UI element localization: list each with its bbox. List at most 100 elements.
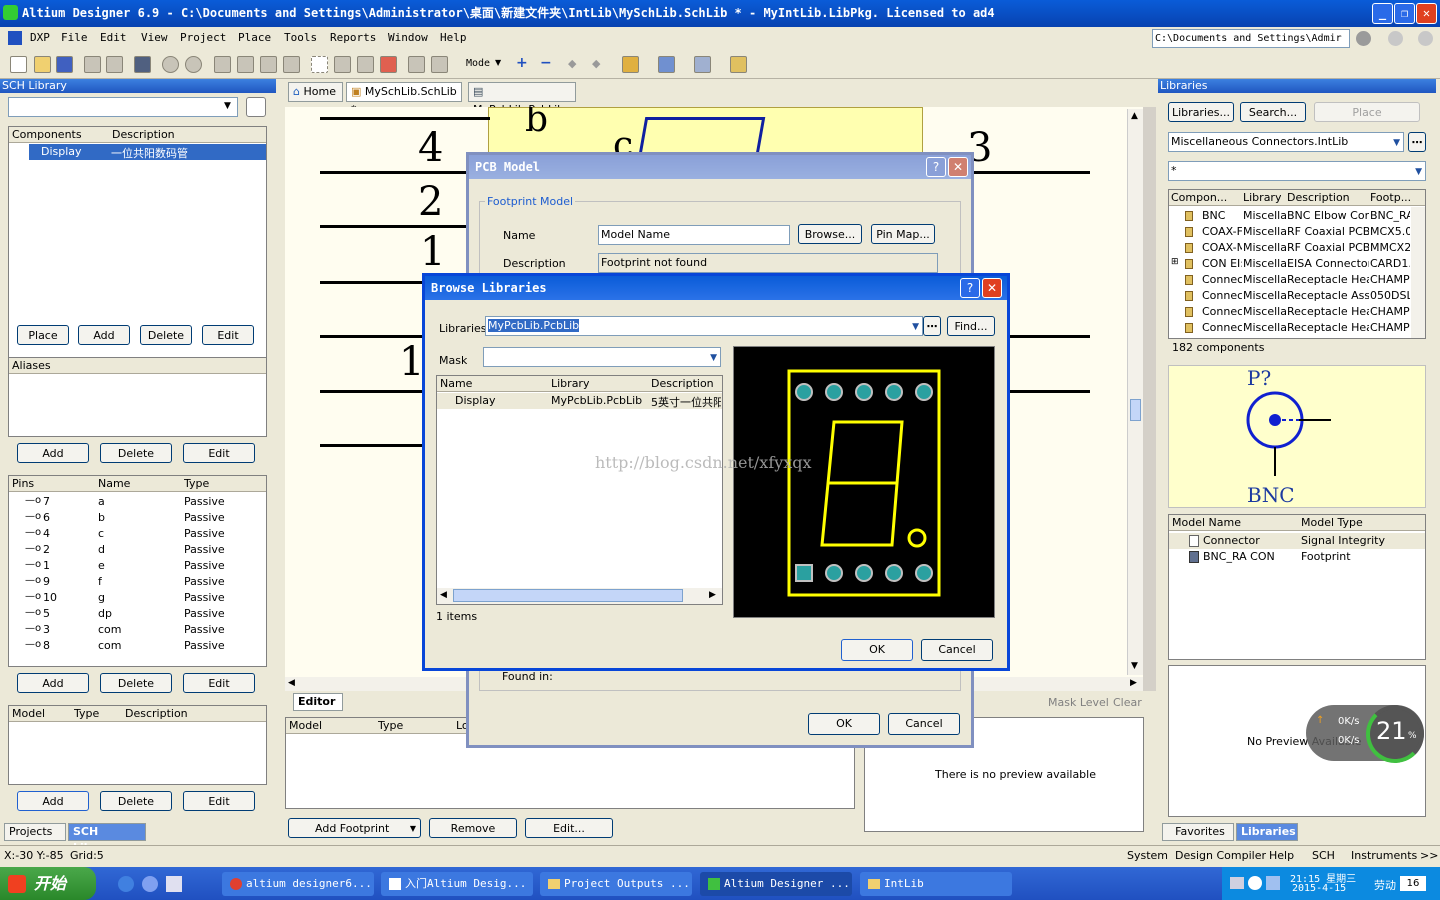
place-component-icon[interactable] bbox=[622, 56, 639, 73]
zoom-out-icon[interactable] bbox=[185, 56, 202, 73]
path-combo[interactable]: C:\Documents and Settings\Admir bbox=[1152, 29, 1350, 48]
pin-row[interactable]: —o 6 b Passive bbox=[9, 510, 266, 526]
rubber-stamp-icon[interactable] bbox=[283, 56, 300, 73]
header-name[interactable]: Name bbox=[440, 376, 472, 392]
tab-home[interactable]: ⌂ Home bbox=[288, 82, 343, 102]
tab-favorites[interactable]: Favorites bbox=[1162, 823, 1234, 841]
library-component-row[interactable]: Connec Miscella Receptacle Asse 050DSL bbox=[1169, 288, 1411, 304]
header-component[interactable]: Compon... bbox=[1171, 190, 1227, 206]
browse-ok-button[interactable]: OK bbox=[841, 639, 913, 661]
pcb-ok-button[interactable]: OK bbox=[808, 713, 880, 735]
task-project-outputs[interactable]: Project Outputs ... bbox=[540, 872, 692, 896]
add-model-button[interactable]: Add bbox=[17, 791, 89, 811]
zoom-lens-icon[interactable] bbox=[246, 97, 266, 117]
status-system[interactable]: System bbox=[1127, 849, 1168, 862]
pin-map-button[interactable]: Pin Map... bbox=[871, 224, 935, 244]
component-row[interactable]: Display 一位共阳数码管 bbox=[29, 144, 266, 160]
close-button[interactable]: ✕ bbox=[1416, 3, 1437, 24]
tab-sch-library[interactable]: SCH Library bbox=[68, 823, 146, 854]
header-description[interactable]: Description bbox=[112, 127, 175, 143]
place-library-button[interactable]: Place bbox=[1314, 102, 1420, 122]
mask-level-button[interactable]: Mask Level bbox=[1048, 696, 1109, 709]
library-component-row[interactable]: BNC Miscella BNC Elbow Conr BNC_RA bbox=[1169, 208, 1411, 224]
cross-select-icon[interactable] bbox=[357, 56, 374, 73]
pin-row[interactable]: —o 3 com Passive bbox=[9, 622, 266, 638]
remove-footprint-button[interactable]: Remove bbox=[429, 818, 517, 838]
tab-editor[interactable]: Editor bbox=[293, 693, 343, 711]
nav-back-icon[interactable] bbox=[1356, 31, 1371, 46]
library-icon[interactable] bbox=[730, 56, 747, 73]
minimize-button[interactable]: _ bbox=[1372, 3, 1393, 24]
browse-cancel-button[interactable]: Cancel bbox=[921, 639, 993, 661]
save-icon[interactable] bbox=[56, 56, 73, 73]
libraries-button[interactable]: Libraries... bbox=[1168, 102, 1234, 122]
cut-icon[interactable] bbox=[214, 56, 231, 73]
lib-vscrollbar[interactable] bbox=[1411, 207, 1425, 338]
pin-row[interactable]: —o 10 g Passive bbox=[9, 590, 266, 606]
nav-forward-icon[interactable] bbox=[1388, 31, 1403, 46]
restore-button[interactable]: ❐ bbox=[1394, 3, 1415, 24]
task-word[interactable]: 入门Altium Desig... bbox=[381, 872, 533, 896]
libraries-select[interactable]: MyPcbLib.PcbLib ▼ bbox=[485, 316, 923, 336]
header-pin-type[interactable]: Type bbox=[184, 476, 209, 492]
print-icon[interactable] bbox=[84, 56, 101, 73]
scroll-right-icon[interactable]: ▶ bbox=[1130, 678, 1137, 688]
place-button[interactable]: Place bbox=[17, 325, 69, 345]
scroll-thumb[interactable] bbox=[453, 589, 683, 602]
library-component-row[interactable]: ⊞ CON EI: Miscella EISA Connector, CARD1. bbox=[1169, 256, 1411, 272]
status-sch[interactable]: SCH bbox=[1312, 849, 1335, 862]
model-row[interactable]: Connector Signal Integrity bbox=[1169, 533, 1425, 549]
header-footprint[interactable]: Footp... bbox=[1370, 190, 1411, 206]
sch-filter-input[interactable] bbox=[8, 97, 238, 117]
pin-row[interactable]: —o 8 com Passive bbox=[9, 638, 266, 654]
tab-libraries[interactable]: Libraries bbox=[1236, 823, 1298, 841]
pin-row[interactable]: —o 2 d Passive bbox=[9, 542, 266, 558]
pin-row[interactable]: —o 7 a Passive bbox=[9, 494, 266, 510]
header-model[interactable]: Model bbox=[289, 718, 322, 734]
open-file-icon[interactable] bbox=[34, 56, 51, 73]
filter-input[interactable]: * ▼ bbox=[1168, 161, 1426, 181]
select-area-icon[interactable] bbox=[311, 56, 328, 73]
task-intlib[interactable]: IntLib bbox=[860, 872, 1012, 896]
tab-projects[interactable]: Projects bbox=[4, 823, 66, 841]
close-button[interactable]: ✕ bbox=[948, 157, 968, 177]
edit-model-button[interactable]: Edit bbox=[183, 791, 255, 811]
edit-alias-button[interactable]: Edit bbox=[183, 443, 255, 463]
menu-tools[interactable]: Tools bbox=[284, 31, 317, 44]
expand-icon[interactable]: ⊞ bbox=[1171, 257, 1179, 267]
search-button[interactable]: Search... bbox=[1240, 102, 1306, 122]
quicklaunch-icon[interactable] bbox=[142, 876, 158, 892]
delete-alias-button[interactable]: Delete bbox=[100, 443, 172, 463]
clock-date[interactable]: 2015-4-15 bbox=[1292, 883, 1346, 894]
model-row[interactable]: BNC_RA CON Footprint bbox=[1169, 549, 1425, 565]
header-description[interactable]: Description bbox=[651, 376, 714, 392]
task-chrome[interactable]: altium designer6... bbox=[222, 872, 374, 896]
scroll-down-icon[interactable]: ▼ bbox=[1131, 661, 1138, 671]
pcb-cancel-button[interactable]: Cancel bbox=[888, 713, 960, 735]
undo-icon[interactable] bbox=[408, 56, 425, 73]
status-instruments[interactable]: Instruments bbox=[1351, 849, 1417, 862]
add-part-icon[interactable]: + bbox=[516, 55, 528, 71]
prev-icon[interactable]: ◆ bbox=[568, 57, 576, 70]
find-button[interactable]: Find... bbox=[947, 316, 995, 336]
chevron-down-icon[interactable]: ▼ bbox=[224, 101, 231, 111]
add-alias-button[interactable]: Add bbox=[17, 443, 89, 463]
library-component-row[interactable]: Connec Miscella Receptacle Hea CHAMP bbox=[1169, 304, 1411, 320]
deselect-icon[interactable] bbox=[380, 56, 397, 73]
status-more[interactable]: >> bbox=[1420, 849, 1438, 862]
library-component-row[interactable]: COAX-M Miscella RF Coaxial PCB I MMCX2 bbox=[1169, 240, 1411, 256]
menu-edit[interactable]: Edit bbox=[100, 31, 127, 44]
library-component-row[interactable]: Connec Miscella Receptacle Hea CHAMP bbox=[1169, 320, 1411, 336]
task-altium[interactable]: Altium Designer ... bbox=[700, 872, 852, 896]
edit-component-button[interactable]: Edit bbox=[202, 325, 254, 345]
menu-reports[interactable]: Reports bbox=[330, 31, 376, 44]
tab-myschlib[interactable]: ▣ MySchLib.SchLib * bbox=[346, 82, 462, 116]
edit-pin-button[interactable]: Edit bbox=[183, 673, 255, 693]
scroll-left-icon[interactable]: ◀ bbox=[288, 678, 295, 688]
header-type[interactable]: Type bbox=[378, 718, 403, 734]
header-description[interactable]: Description bbox=[1287, 190, 1350, 206]
tray-icon[interactable] bbox=[1230, 877, 1244, 889]
menu-place[interactable]: Place bbox=[238, 31, 271, 44]
pin-row[interactable]: —o 5 dp Passive bbox=[9, 606, 266, 622]
delete-component-button[interactable]: Delete bbox=[140, 325, 192, 345]
